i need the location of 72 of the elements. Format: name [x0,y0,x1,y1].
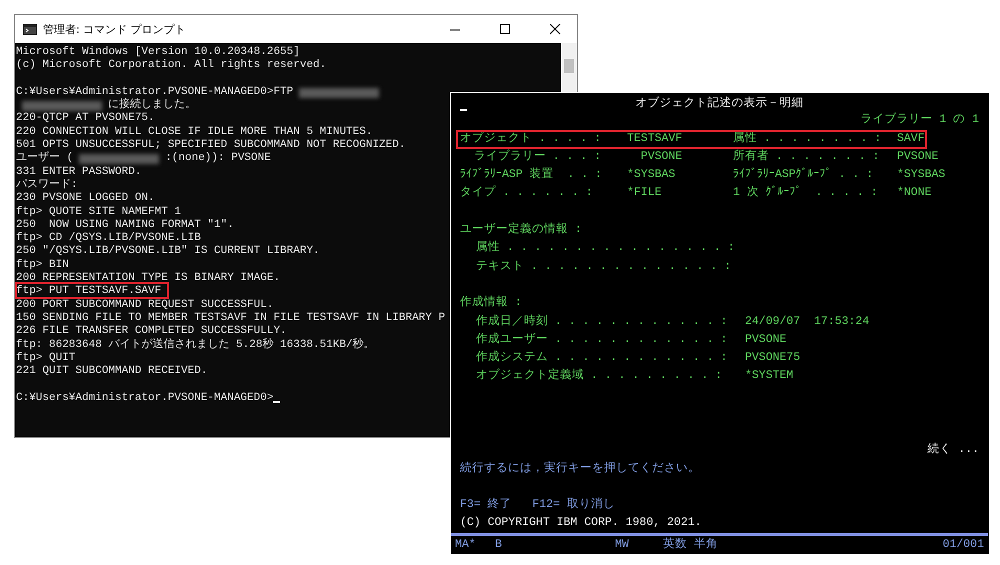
window-title: 管理者: コマンド プロンプト [43,22,187,36]
field-value: PVSONE [745,332,788,348]
status-item: B [495,536,503,553]
field-label: ライブラリー . . . : [472,148,602,165]
field-value: *SYSTEM [745,368,794,384]
more-indicator: 続く ... [927,442,979,458]
console-text: (c) Microsoft Corporation. All rights reserved. [16,59,326,73]
console-text: ftp> QUOTE SITE NAMEFMT 1 [16,206,182,219]
console-text: 226 FILE TRANSFER COMPLETED SUCCESSFULLY. [16,325,287,338]
status-message: 続行するには，実行キーを押してください。 [460,462,700,475]
console-text: Microsoft Windows [Version 10.0.20348.2655] [16,46,300,59]
scrollbar-thumb[interactable] [564,59,574,73]
field-label: 作成システム . . . . . . . . . . . . : [476,350,728,366]
field-label: 属性 . . . . . . . . : [733,130,882,147]
field-value: PVSONE75 [745,350,802,366]
console-text: ユーザー ( [16,152,74,166]
terminal-icon [23,24,37,34]
console-text: 220-QTCP AT PVSONE75. [16,112,155,126]
console-text: :(none)): PVSONE [165,152,271,166]
console-text: 331 ENTER PASSWORD. [16,166,142,179]
section-heading: 作成情報 : [460,296,522,310]
field-label: ﾗｲﾌﾞﾗﾘｰASPｸﾞﾙｰﾌﾟ . . : [733,166,874,184]
field-value: *SYSBAS [627,167,676,184]
close-icon [550,24,560,34]
field-value: SAVF [897,130,926,147]
console-text: 221 QUIT SUBCOMMAND RECEIVED. [16,365,208,378]
console-text: C:¥Users¥Administrator.PVSONE-MANAGED0> [16,392,274,406]
field-label: オブジェクト . . . . : [460,130,602,147]
field-value: PVSONE [897,148,940,165]
field-value: 24/09/07 17:53:24 [745,314,870,330]
field-label: ﾗｲﾌﾞﾗﾘｰASP 装置 . . : [460,166,603,184]
field-label: 所有者 . . . . . . . : [733,148,880,165]
console-text: 200 PORT SUBCOMMAND REQUEST SUCCESSFUL. [16,298,274,312]
console-text: C:¥Users¥Administrator.PVSONE-MANAGED0>FTP [16,86,294,98]
maximize-icon [500,24,510,34]
status-item: MA* [455,536,477,553]
field-label: 作成日／時刻 . . . . . . . . . . . . : [476,313,728,330]
console-text: 250 NOW USING NAMING FORMAT "1". [16,218,234,232]
console-text: 220 CONNECTION WILL CLOSE IF IDLE MORE THAN 5 MINUTES. [16,126,372,140]
field-value: *NONE [897,185,933,202]
field-label: タイプ . . . . . . : [460,184,594,202]
page-indicator: ライブラリー 1 の 1 [860,112,979,128]
field-value: *SYSBAS [897,167,946,184]
field-label: テキスト . . . . . . . . . . . . . . : [476,258,732,275]
console-text: 501 OPTS UNSUCCESSFUL; SPECIFIED SUBCOMMAND NOT RECOGNIZED. [16,139,406,152]
console-text: 230 PVSONE LOGGED ON. [16,192,155,206]
console-text: 150 SENDING FILE TO MEMBER TESTSAVF IN FILE TESTSAVF IN LIBRARY P [16,312,446,326]
screen-title: オブジェクト記述の表示－明細 [636,97,804,110]
copyright-text: (C) COPYRIGHT IBM CORP. 1980, 2021. [460,516,702,530]
console-text: ftp> PUT TESTSAVF.SAVF [16,285,162,299]
console-text: ftp: 86283648 バイトが送信されました 5.28秒 16338.51KB/秒。 [16,338,375,352]
status-item: MW [615,536,630,553]
console-text: 200 REPRESENTATION TYPE IS BINARY IMAGE. [16,272,280,285]
field-label: 1 次 ｸﾞﾙｰﾌﾟ . . . . : [733,184,879,202]
function-key-hints: F3= 終了 F12= 取り消し [460,498,615,512]
console-text: パスワード: [16,178,78,192]
field-label: オブジェクト定義域 . . . . . . . . . : [476,368,724,384]
field-value: PVSONE [640,148,684,165]
status-item: 英数 半角 [663,536,719,553]
section-heading: ユーザー定義の情報 : [460,223,582,236]
field-label: 属性 . . . . . . . . . . . . . . . . : [476,240,736,256]
status-item: 01/001 [942,536,984,553]
console-text: ftp> QUIT [16,352,76,366]
console-text: に接続しました。 [108,99,196,112]
console-text: ftp> BIN [16,258,69,272]
console-text: 250 "/QSYS.LIB/PVSONE.LIB" IS CURRENT LIBRARY. [16,245,320,259]
console-text: ftp> CD /QSYS.LIB/PVSONE.LIB [16,232,201,245]
field-value: *FILE [627,185,663,202]
field-label: 作成ユーザー . . . . . . . . . . . . : [476,332,728,348]
text-cursor [273,401,280,404]
field-value: TESTSAVF [627,130,684,147]
text-cursor [460,109,467,112]
